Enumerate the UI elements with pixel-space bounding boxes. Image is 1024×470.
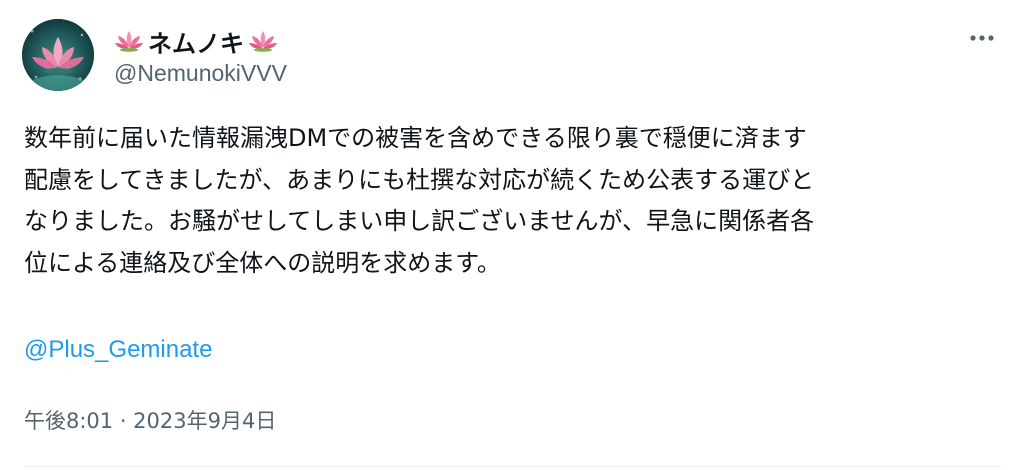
display-name[interactable]: ネムノキ (114, 24, 278, 58)
tweet-text-line: なりました。お騒がせしてしまい申し訳ございませんが、早急に関係者各 (24, 207, 815, 235)
tweet-text: 数年前に届いた情報漏洩DMでの被害を含めできる限り裏で穏便に済ます 配慮をしてき… (24, 118, 1004, 284)
more-button[interactable] (962, 24, 1002, 52)
tweet-text-line: 配慮をしてきましたが、あまりにも杜撰な対応が続くため公表する運びと (24, 165, 815, 194)
avatar[interactable] (22, 19, 94, 91)
mention-link[interactable]: @Plus_Geminate (24, 336, 212, 364)
tweet-text-line: 数年前に届いた情報漏洩DMでの被害を含めできる限り裏で穏便に済ます (24, 124, 807, 152)
tweet-text-line: 位による連絡及び全体への説明を求めます。 (24, 248, 501, 277)
lotus-emoji-icon (248, 29, 278, 53)
more-horizontal-icon (970, 35, 994, 41)
display-name-text: ネムノキ (148, 29, 244, 58)
divider (24, 466, 1002, 467)
lotus-icon (22, 19, 94, 91)
tweet-card: ネムノキ @NemunokiVVV 数年前に届いた情報漏洩DMでの被害を含めでき… (0, 0, 1024, 470)
user-handle[interactable]: @NemunokiVVV (114, 60, 287, 87)
lotus-emoji-icon (114, 29, 144, 53)
tweet-timestamp[interactable]: 午後8:01 · 2023年9月4日 (24, 405, 276, 435)
